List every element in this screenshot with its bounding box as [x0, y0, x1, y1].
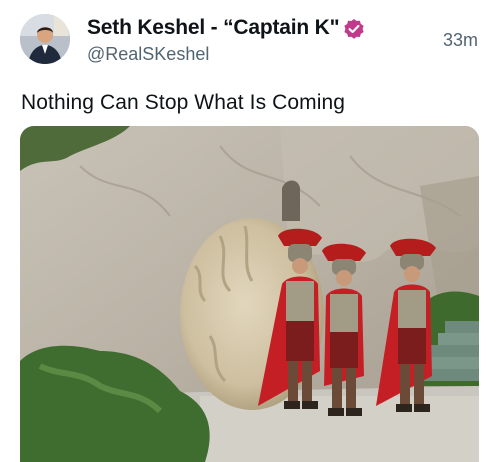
tweet-card[interactable]: Seth Keshel - “Captain K" @RealSKeshel 3…	[0, 0, 500, 462]
tweet-photo[interactable]	[20, 126, 479, 462]
tweet-text: Nothing Can Stop What Is Coming	[21, 91, 346, 114]
author-handle[interactable]: @RealSKeshel	[87, 44, 209, 65]
user-avatar-icon	[20, 14, 70, 64]
roman-soldiers-tomb-photo-icon	[20, 126, 479, 462]
avatar[interactable]	[20, 14, 70, 64]
verified-badge-icon	[344, 19, 364, 39]
post-timestamp[interactable]: 33m	[443, 30, 478, 51]
author-display-name[interactable]: Seth Keshel - “Captain K"	[87, 16, 340, 40]
